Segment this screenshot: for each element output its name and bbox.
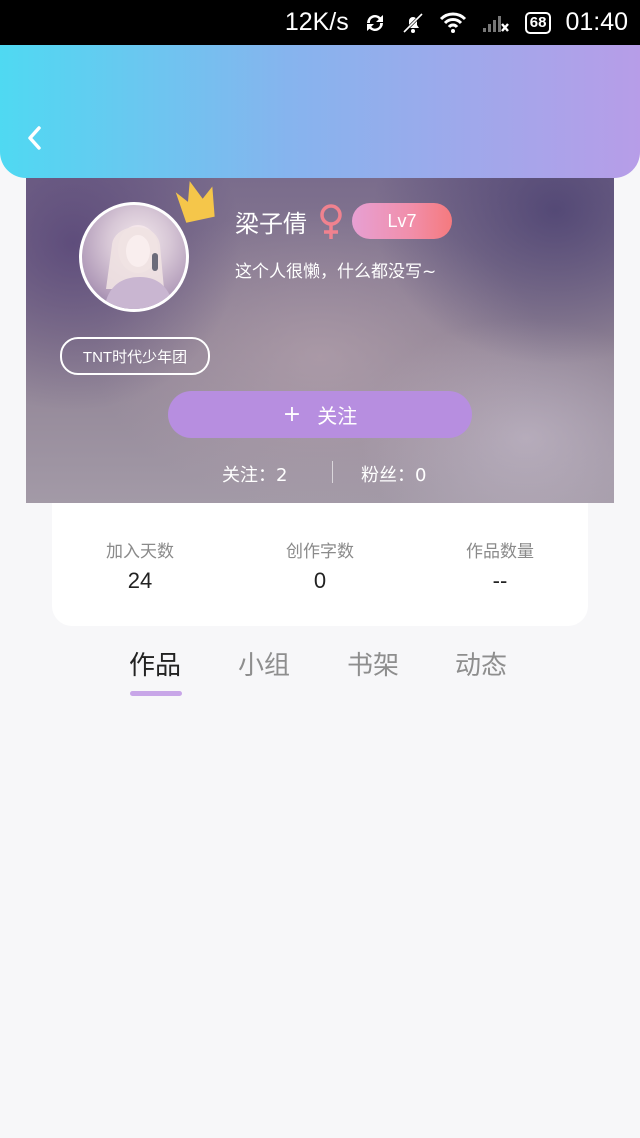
stat-value: 24 xyxy=(127,568,153,593)
tab-works[interactable]: 作品 xyxy=(129,645,181,682)
header xyxy=(0,45,640,178)
stat-join-days: 加入天数 24 xyxy=(60,537,220,594)
following-count[interactable]: 关注：2 xyxy=(222,461,287,487)
stats-divider xyxy=(332,461,333,483)
tab-indicator xyxy=(130,691,182,696)
bell-off-icon xyxy=(401,11,425,35)
female-icon xyxy=(320,204,342,239)
stat-word-count: 创作字数 0 xyxy=(240,537,400,594)
user-bio: 这个人很懒，什么都没写~ xyxy=(235,262,437,282)
status-bar: 12K/s 68 01:40 xyxy=(0,0,640,45)
network-speed: 12K/s xyxy=(284,8,349,36)
stat-value: 0 xyxy=(313,568,327,593)
clock: 01:40 xyxy=(565,8,628,36)
follow-button[interactable]: + 关注 xyxy=(168,391,472,438)
tab-activity[interactable]: 动态 xyxy=(455,645,507,682)
follow-stats: 关注：2 粉丝：0 xyxy=(26,459,614,487)
tab-groups[interactable]: 小组 xyxy=(238,645,290,682)
profile-card: TNT时代少年团 梁子倩 Lv7 这个人很懒，什么都没写~ + 关注 关注：2 … xyxy=(26,178,614,503)
signal-icon xyxy=(481,12,511,34)
sync-icon xyxy=(363,11,387,35)
plus-icon: + xyxy=(282,402,302,427)
stats-card: 加入天数 24 创作字数 0 作品数量 -- xyxy=(52,503,588,626)
user-name: 梁子倩 xyxy=(235,210,307,238)
group-tag[interactable]: TNT时代少年团 xyxy=(60,337,210,375)
level-badge: Lv7 xyxy=(352,203,452,239)
follow-button-label: 关注 xyxy=(317,404,358,428)
stat-label: 作品数量 xyxy=(466,542,534,562)
chevron-left-icon xyxy=(28,126,41,150)
stat-work-count: 作品数量 -- xyxy=(420,537,580,594)
battery-icon: 68 xyxy=(524,11,552,34)
back-button[interactable] xyxy=(18,120,50,156)
tab-bar: 作品 小组 书架 动态 xyxy=(0,645,640,705)
stat-label: 加入天数 xyxy=(106,542,174,562)
tab-bookshelf[interactable]: 书架 xyxy=(347,645,399,682)
stat-value: -- xyxy=(492,568,508,593)
fans-count[interactable]: 粉丝：0 xyxy=(361,461,426,487)
stat-label: 创作字数 xyxy=(286,542,354,562)
avatar-image xyxy=(104,225,174,309)
crown-icon xyxy=(175,181,215,223)
wifi-icon xyxy=(439,12,467,34)
